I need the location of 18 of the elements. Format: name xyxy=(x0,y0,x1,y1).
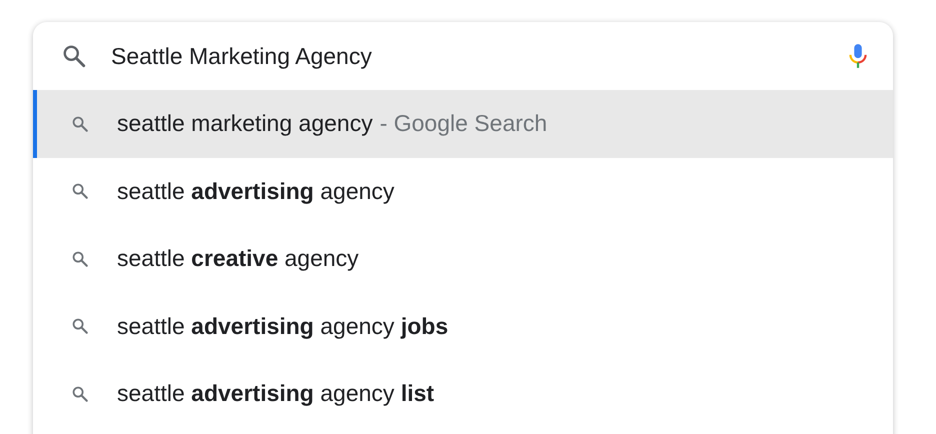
suggestion-item[interactable]: seattle marketing agency - Google Search xyxy=(33,90,893,158)
suggestion-text: seattle advertising agency jobs xyxy=(117,312,448,340)
suggestion-text: seattle marketing agency xyxy=(117,110,373,138)
search-icon xyxy=(71,317,89,336)
suggestion-item[interactable]: seattle advertising agency jobs xyxy=(33,292,893,360)
suggestion-text: seattle advertising agency xyxy=(117,178,394,205)
suggestion-item[interactable]: seattle advertising agency list xyxy=(33,360,893,428)
suggestion-source: - Google Search xyxy=(380,110,548,138)
suggestion-item[interactable]: seattle creative agency xyxy=(33,225,893,292)
search-icon xyxy=(71,114,89,133)
suggestion-text: seattle advertising agency list xyxy=(117,380,434,408)
search-icon xyxy=(71,182,89,200)
suggestion-item[interactable]: seattle advertising agency xyxy=(33,158,893,225)
suggestion-text: seattle creative agency xyxy=(117,245,359,272)
search-icon xyxy=(71,384,89,403)
search-field[interactable]: Seattle Marketing Agency xyxy=(111,42,821,70)
search-icon xyxy=(71,250,89,268)
search-icon xyxy=(61,43,87,69)
